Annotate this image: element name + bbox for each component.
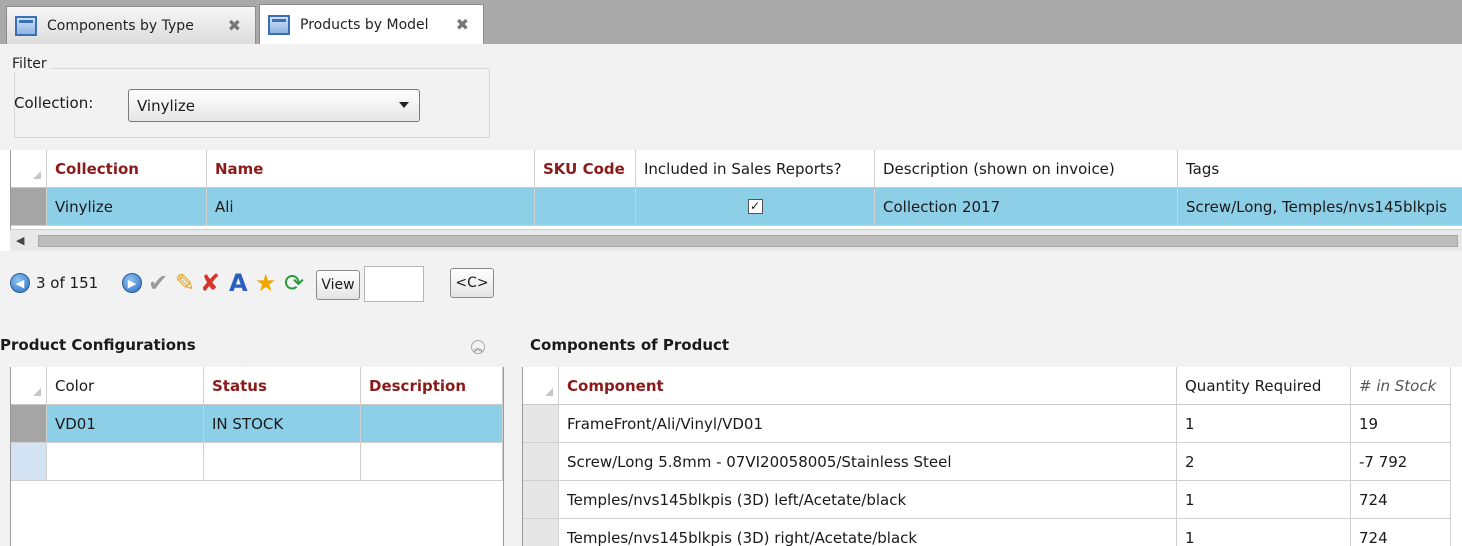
next-record-button[interactable]: ▶ — [122, 268, 142, 298]
arrow-right-icon: ▶ — [122, 273, 142, 293]
arrow-left-icon: ◀ — [10, 273, 30, 293]
table-row[interactable]: Temples/nvs145blkpis (3D) left/Acetate/b… — [523, 481, 1451, 519]
close-icon[interactable]: ✖ — [228, 16, 241, 35]
chevron-down-icon[interactable] — [399, 102, 409, 108]
refresh-icon[interactable]: ⟳ — [284, 268, 304, 298]
tab-products-by-model[interactable]: Products by Model ✖ — [259, 4, 484, 44]
pencil-icon[interactable]: ✎ — [175, 268, 195, 298]
column-header-sku-code[interactable]: SKU Code — [535, 150, 636, 188]
included-checkbox[interactable]: ✓ — [747, 199, 763, 214]
cell-component[interactable]: Temples/nvs145blkpis (3D) left/Acetate/b… — [559, 481, 1177, 519]
cell-included[interactable]: ✓ — [636, 188, 875, 226]
star-icon[interactable]: ★ — [255, 268, 277, 298]
column-header-in-stock[interactable]: # in Stock — [1351, 367, 1451, 405]
cell-quantity[interactable]: 1 — [1177, 481, 1351, 519]
cell-stock[interactable]: 724 — [1351, 481, 1451, 519]
previous-record-button[interactable]: ◀ — [10, 268, 30, 298]
cell-quantity[interactable]: 2 — [1177, 443, 1351, 481]
collection-select-value: Vinylize — [137, 96, 195, 115]
cell-color[interactable]: VD01 — [47, 405, 204, 443]
cell-status[interactable] — [204, 443, 361, 481]
table-row[interactable]: VD01 IN STOCK — [11, 405, 503, 443]
cell-description[interactable] — [361, 405, 503, 443]
column-header-included-in-sales-reports[interactable]: Included in Sales Reports? — [636, 150, 875, 188]
cell-quantity[interactable]: 1 — [1177, 519, 1351, 546]
row-selector[interactable] — [523, 405, 559, 443]
cell-component[interactable]: Temples/nvs145blkpis (3D) right/Acetate/… — [559, 519, 1177, 546]
new-row-selector[interactable] — [11, 443, 47, 481]
tab-components-by-type[interactable]: Components by Type ✖ — [6, 6, 256, 44]
c-button[interactable]: <C> — [450, 268, 494, 298]
configurations-grid-header: Color Status Description — [11, 367, 503, 405]
tab-label: Components by Type — [47, 17, 194, 34]
components-grid: Component Quantity Required # in Stock F… — [522, 367, 1462, 546]
row-selector[interactable] — [11, 405, 47, 443]
record-position: 3 of 151 — [36, 274, 99, 292]
row-selector[interactable] — [523, 481, 559, 519]
view-input[interactable] — [364, 266, 424, 302]
cell-sku-code[interactable] — [535, 188, 636, 226]
scrollbar-thumb[interactable] — [38, 235, 1458, 247]
column-header-component[interactable]: Component — [559, 367, 1177, 405]
column-header-description[interactable]: Description — [361, 367, 503, 405]
product-configurations-title: Product Configurations — [0, 336, 196, 354]
column-header-name[interactable]: Name — [207, 150, 535, 188]
cell-description[interactable]: Collection 2017 — [875, 188, 1178, 226]
delete-x-icon[interactable]: ✘ — [200, 268, 220, 298]
cell-name[interactable]: Ali — [207, 188, 535, 226]
cell-status[interactable]: IN STOCK — [204, 405, 361, 443]
row-selector[interactable] — [11, 188, 47, 226]
checkmark-icon[interactable]: ✔ — [148, 268, 168, 298]
filter-panel: Filter Collection: Vinylize — [0, 44, 1462, 150]
column-header-color[interactable]: Color — [47, 367, 204, 405]
cell-stock[interactable]: 724 — [1351, 519, 1451, 546]
table-row[interactable]: Screw/Long 5.8mm - 07VI20058005/Stainles… — [523, 443, 1451, 481]
table-row[interactable]: Temples/nvs145blkpis (3D) right/Acetate/… — [523, 519, 1451, 546]
horizontal-scrollbar[interactable]: ◀ — [10, 229, 1462, 251]
products-grid: Collection Name SKU Code Included in Sal… — [10, 150, 1462, 229]
table-row[interactable]: FrameFront/Ali/Vinyl/VD01 1 19 — [523, 405, 1451, 443]
collection-select[interactable]: Vinylize — [128, 89, 420, 122]
cell-color[interactable] — [47, 443, 204, 481]
cell-description[interactable] — [361, 443, 503, 481]
configurations-grid: Color Status Description VD01 IN STOCK — [10, 367, 504, 546]
close-icon[interactable]: ✖ — [456, 15, 469, 34]
view-button[interactable]: View — [316, 270, 360, 300]
font-a-icon[interactable]: A — [229, 268, 248, 298]
scroll-left-icon[interactable]: ◀ — [16, 234, 34, 248]
tab-strip: Components by Type ✖ Products by Model ✖ — [0, 0, 1462, 44]
components-of-product-title: Components of Product — [530, 336, 730, 354]
cell-tags[interactable]: Screw/Long, Temples/nvs145blkpis — [1178, 188, 1462, 226]
tab-label: Products by Model — [300, 16, 429, 33]
collapse-icon[interactable]: ︽ — [471, 340, 485, 354]
products-grid-header: Collection Name SKU Code Included in Sal… — [11, 150, 1462, 188]
select-all-corner[interactable] — [11, 367, 47, 405]
record-toolbar: ◀ 3 of 151 ▶ ✔ ✎ ✘ A ★ ⟳ View <C> — [0, 251, 1462, 321]
row-selector[interactable] — [523, 519, 559, 546]
components-grid-header: Component Quantity Required # in Stock — [523, 367, 1451, 405]
cell-quantity[interactable]: 1 — [1177, 405, 1351, 443]
grid-window-icon — [268, 14, 290, 35]
column-header-quantity-required[interactable]: Quantity Required — [1177, 367, 1351, 405]
cell-stock[interactable]: -7 792 — [1351, 443, 1451, 481]
cell-component[interactable]: FrameFront/Ali/Vinyl/VD01 — [559, 405, 1177, 443]
column-header-tags[interactable]: Tags — [1178, 150, 1462, 188]
cell-collection[interactable]: Vinylize — [47, 188, 207, 226]
cell-component[interactable]: Screw/Long 5.8mm - 07VI20058005/Stainles… — [559, 443, 1177, 481]
cell-stock[interactable]: 19 — [1351, 405, 1451, 443]
collection-label: Collection: — [14, 94, 94, 112]
select-all-corner[interactable] — [11, 150, 47, 188]
select-all-corner[interactable] — [523, 367, 559, 405]
column-header-status[interactable]: Status — [204, 367, 361, 405]
column-header-description[interactable]: Description (shown on invoice) — [875, 150, 1178, 188]
grid-window-icon — [15, 15, 37, 36]
table-row[interactable]: Vinylize Ali ✓ Collection 2017 Screw/Lon… — [11, 188, 1462, 226]
filter-legend: Filter — [12, 56, 51, 72]
new-row[interactable] — [11, 443, 503, 481]
column-header-collection[interactable]: Collection — [47, 150, 207, 188]
row-selector[interactable] — [523, 443, 559, 481]
